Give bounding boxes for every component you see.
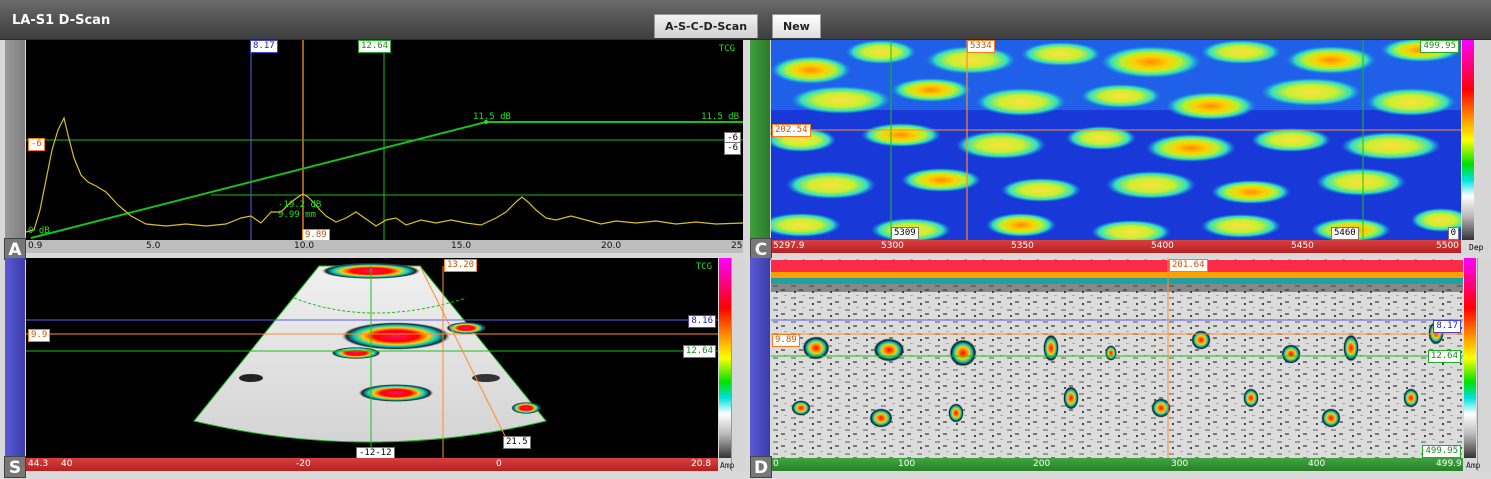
c-top-cursor-value[interactable]: 5334 xyxy=(967,40,995,53)
c-x-tick: 5400 xyxy=(1151,241,1174,251)
left-reference-value: -6 xyxy=(28,138,45,151)
s-scan-color-palette[interactable] xyxy=(719,258,731,458)
s-bottom-marker: -12-12 xyxy=(356,447,395,458)
d-green-gate-value[interactable]: 12.64 xyxy=(1427,350,1461,363)
c-scan-index-ruler[interactable] xyxy=(750,40,770,240)
right-reference-value-b: -6 xyxy=(724,142,741,155)
a-scan-plot[interactable]: TCG 8.17 12.64 -6 -6 -6 0 dB 11.5 dB 11.… xyxy=(26,40,743,240)
a-scan-letter: A xyxy=(4,238,26,260)
d-x-tick: 400 xyxy=(1308,459,1326,469)
d-bottom-right-value: 499.95 xyxy=(1422,445,1461,458)
db-start-label: 0 dB xyxy=(28,226,50,236)
s-x-tick: 20.8 xyxy=(691,459,712,469)
window-title: LA-S1 D-Scan xyxy=(12,13,111,28)
a-scan-depth-axis[interactable]: 0.9 5.0 10.0 15.0 20.0 25 xyxy=(26,240,743,253)
c-scan-panel: 5334 499.95 202.54 5309 5460 0 Dep 5297.… xyxy=(748,40,1491,260)
a-x-tick: 20.0 xyxy=(601,241,622,251)
s-angle-marker: 21.5 xyxy=(503,436,531,449)
c-scan-image xyxy=(771,40,1461,240)
d-scan-scan-axis[interactable]: 0 100 200 300 400 499.9 xyxy=(771,458,1463,471)
c-scan-plot[interactable]: 5334 499.95 202.54 5309 5460 0 xyxy=(771,40,1461,240)
d-cursor-top-value[interactable]: 201.64 xyxy=(1169,259,1208,272)
c-bottom-right-marker: 5460 xyxy=(1331,227,1359,240)
c-x-tick: 5350 xyxy=(1011,241,1034,251)
tab-ascd-scan[interactable]: A-S-C-D-Scan xyxy=(654,14,759,38)
s-scan-image xyxy=(26,263,718,458)
c-scan-scan-axis[interactable]: 5297.9 5300 5350 5400 5450 5500 xyxy=(771,240,1461,253)
d-x-tick: 0 xyxy=(773,459,779,469)
d-scan-depth-ruler[interactable] xyxy=(750,258,770,458)
c-scan-depth-column: Dep xyxy=(1469,40,1489,253)
s-scan-letter: S xyxy=(4,456,26,478)
tcg-label: TCG xyxy=(718,44,735,54)
a-x-tick: 5.0 xyxy=(146,241,161,251)
d-x-tick: 499.9 xyxy=(1436,459,1462,469)
a-scan-panel: TCG 8.17 12.64 -6 -6 -6 0 dB 11.5 dB 11.… xyxy=(0,40,745,260)
d-scan-letter: D xyxy=(750,456,772,478)
s-scan-amp-column xyxy=(731,258,745,471)
a-scan-amplitude-ruler[interactable] xyxy=(5,40,25,240)
d-x-tick: 100 xyxy=(898,459,916,469)
blue-gate-value[interactable]: 8.17 xyxy=(250,40,278,53)
s-x-tick: 40 xyxy=(61,459,73,469)
green-gate-value[interactable]: 12.64 xyxy=(358,40,392,53)
s-blue-gate-value[interactable]: 8.16 xyxy=(688,315,716,328)
s-x-tick: -20 xyxy=(296,459,311,469)
orange-cursor-value[interactable]: 9.89 xyxy=(302,229,330,240)
c-scan-letter: C xyxy=(750,238,772,260)
c-bottom-right-value: 0 xyxy=(1447,227,1459,240)
s-green-gate-value[interactable]: 12.64 xyxy=(682,345,716,358)
d-scan-amp-column xyxy=(1477,258,1491,471)
d-scan-image xyxy=(771,258,1463,458)
title-bar: LA-S1 D-Scan A-S-C-D-Scan New xyxy=(0,0,1491,40)
s-x-tick: 0 xyxy=(496,459,502,469)
c-x-tick: 5500 xyxy=(1436,241,1459,251)
peak-mm-label: 9.99 mm xyxy=(278,210,316,220)
s-cursor-top-value[interactable]: 13.20 xyxy=(444,259,478,272)
d-amp-tag: Amp xyxy=(1466,461,1481,470)
c-right-tag: Dep xyxy=(1469,243,1484,252)
s-left-orange-value[interactable]: 9.9 xyxy=(28,329,51,342)
d-x-tick: 200 xyxy=(1033,459,1051,469)
s-scan-plot[interactable]: TCG 13.20 8.16 12.64 9.9 -12-12 21.5 xyxy=(26,258,718,458)
c-x-tick: 5297.9 xyxy=(773,241,805,251)
c-x-tick: 5300 xyxy=(881,241,904,251)
s-scan-depth-ruler[interactable] xyxy=(5,258,25,458)
d-left-orange-value[interactable]: 9.89 xyxy=(772,334,800,347)
s-tcg-label: TCG xyxy=(695,262,712,272)
tcg-point-label-a: 11.5 dB xyxy=(473,112,511,122)
d-scan-plot[interactable]: 201.64 8.17 12.64 9.89 499.95 xyxy=(771,258,1463,458)
d-x-tick: 300 xyxy=(1171,459,1189,469)
c-top-right-value: 499.95 xyxy=(1420,40,1459,53)
c-x-tick: 5450 xyxy=(1291,241,1314,251)
tcg-curve xyxy=(30,121,743,239)
d-scan-panel: 201.64 8.17 12.64 9.89 499.95 0 100 200 … xyxy=(748,258,1491,479)
tab-new[interactable]: New xyxy=(772,14,821,38)
s-scan-angle-axis[interactable]: 44.3 40 -20 0 20.8 xyxy=(26,458,718,471)
d-scan-color-palette[interactable] xyxy=(1464,258,1476,458)
d-blue-gate-value[interactable]: 8.17 xyxy=(1433,320,1461,333)
a-scan-graph xyxy=(26,40,743,240)
s-amp-tag: Amp xyxy=(720,461,735,470)
ultrasonic-viewer-window: LA-S1 D-Scan A-S-C-D-Scan New TCG 8.17 1… xyxy=(0,0,1491,479)
a-x-tick: 10.0 xyxy=(294,241,315,251)
a-x-tick: 15.0 xyxy=(451,241,472,251)
c-scan-color-palette[interactable] xyxy=(1462,40,1474,240)
c-bottom-left-marker: 5309 xyxy=(891,227,919,240)
tcg-point-label-b: 11.5 dB xyxy=(701,112,739,122)
a-x-tick: 25 xyxy=(731,241,743,251)
s-x-tick: 44.3 xyxy=(28,459,49,469)
a-x-tick: 0.9 xyxy=(28,241,43,251)
c-index-cursor-value[interactable]: 202.54 xyxy=(772,124,811,137)
s-scan-panel: TCG 13.20 8.16 12.64 9.9 -12-12 21.5 44.… xyxy=(0,258,745,479)
